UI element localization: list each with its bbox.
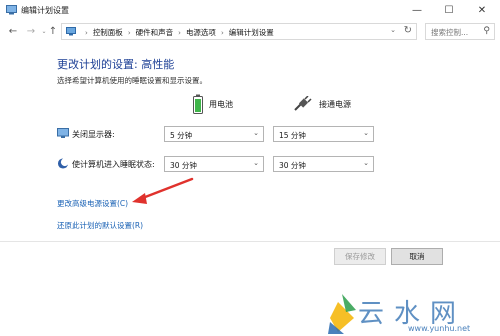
restore-defaults-link[interactable]: 还原此计划的默认设置(R) xyxy=(57,220,143,231)
maximize-button[interactable]: ☐ xyxy=(434,0,464,21)
breadcrumb-separator: › xyxy=(85,28,88,37)
moon-icon xyxy=(57,158,69,169)
page-description: 选择希望计算机使用的睡眠设置和显示设置。 xyxy=(57,76,207,85)
breadcrumb-edit-plan[interactable]: 编辑计划设置 xyxy=(229,27,274,38)
select-value: 5 分钟 xyxy=(170,131,193,140)
power-options-app-icon xyxy=(6,5,17,15)
back-arrow-icon[interactable]: ← xyxy=(6,24,20,38)
display-off-plugged-select[interactable]: 15 分钟 ⌄ xyxy=(273,126,374,142)
title-bar: 编辑计划设置 — ☐ ✕ xyxy=(0,0,500,21)
minimize-button[interactable]: — xyxy=(402,0,432,21)
monitor-icon xyxy=(57,128,69,138)
sleep-label: 使计算机进入睡眠状态: xyxy=(72,160,155,169)
column-header-battery: 用电池 xyxy=(193,93,233,115)
battery-icon xyxy=(193,94,203,114)
select-value: 30 分钟 xyxy=(170,161,197,170)
search-icon[interactable]: ⚲ xyxy=(483,26,490,36)
up-arrow-icon[interactable]: ↑ xyxy=(46,24,60,38)
refresh-icon[interactable]: ↻ xyxy=(404,25,412,36)
breadcrumb-separator: › xyxy=(220,28,224,37)
breadcrumb-hardware-sound[interactable]: 硬件和声音 xyxy=(136,27,174,38)
search-input[interactable]: 搜索控制... ⚲ xyxy=(425,23,495,40)
navigation-bar: ← → ⌄ ↑ › 控制面板 › 硬件和声音 › 电源选项 › 编辑计划设置 ⌄… xyxy=(0,21,500,41)
page-title: 更改计划的设置: 高性能 xyxy=(57,58,175,71)
turn-off-display-label: 关闭显示器: xyxy=(72,130,115,139)
chevron-down-icon: ⌄ xyxy=(363,159,369,167)
breadcrumb-separator: › xyxy=(178,28,181,37)
breadcrumb: › 控制面板 › 硬件和声音 › 电源选项 › 编辑计划设置 xyxy=(80,27,274,38)
chevron-down-icon: ⌄ xyxy=(253,159,259,167)
chevron-down-icon: ⌄ xyxy=(253,129,259,137)
select-value: 15 分钟 xyxy=(279,131,306,140)
chevron-down-icon: ⌄ xyxy=(363,129,369,137)
address-bar[interactable]: › 控制面板 › 硬件和声音 › 电源选项 › 编辑计划设置 ⌄ ↻ xyxy=(61,23,417,40)
close-button[interactable]: ✕ xyxy=(467,0,497,21)
watermark-url: www.yunhu.net xyxy=(408,324,471,333)
breadcrumb-separator: › xyxy=(127,28,131,37)
battery-column-label: 用电池 xyxy=(209,99,233,109)
cancel-button[interactable]: 取消 xyxy=(391,248,443,265)
control-panel-icon xyxy=(66,27,76,36)
search-placeholder: 搜索控制... xyxy=(431,28,469,37)
plug-icon xyxy=(294,96,312,111)
column-header-plugged-in: 接通电源 xyxy=(293,93,351,115)
advanced-power-settings-link[interactable]: 更改高级电源设置(C) xyxy=(57,198,128,209)
save-changes-button[interactable]: 保存修改 xyxy=(334,248,386,265)
select-value: 30 分钟 xyxy=(279,161,306,170)
window-title: 编辑计划设置 xyxy=(21,6,69,15)
display-off-battery-select[interactable]: 5 分钟 ⌄ xyxy=(164,126,264,142)
forward-arrow-icon[interactable]: → xyxy=(24,24,38,38)
footer-divider xyxy=(0,241,500,242)
plugged-in-column-label: 接通电源 xyxy=(319,99,351,109)
sleep-plugged-select[interactable]: 30 分钟 ⌄ xyxy=(273,156,374,172)
breadcrumb-control-panel[interactable]: 控制面板 xyxy=(93,27,123,38)
address-dropdown-icon[interactable]: ⌄ xyxy=(390,26,396,34)
breadcrumb-power-options[interactable]: 电源选项 xyxy=(186,27,216,38)
sleep-battery-select[interactable]: 30 分钟 ⌄ xyxy=(164,156,264,172)
